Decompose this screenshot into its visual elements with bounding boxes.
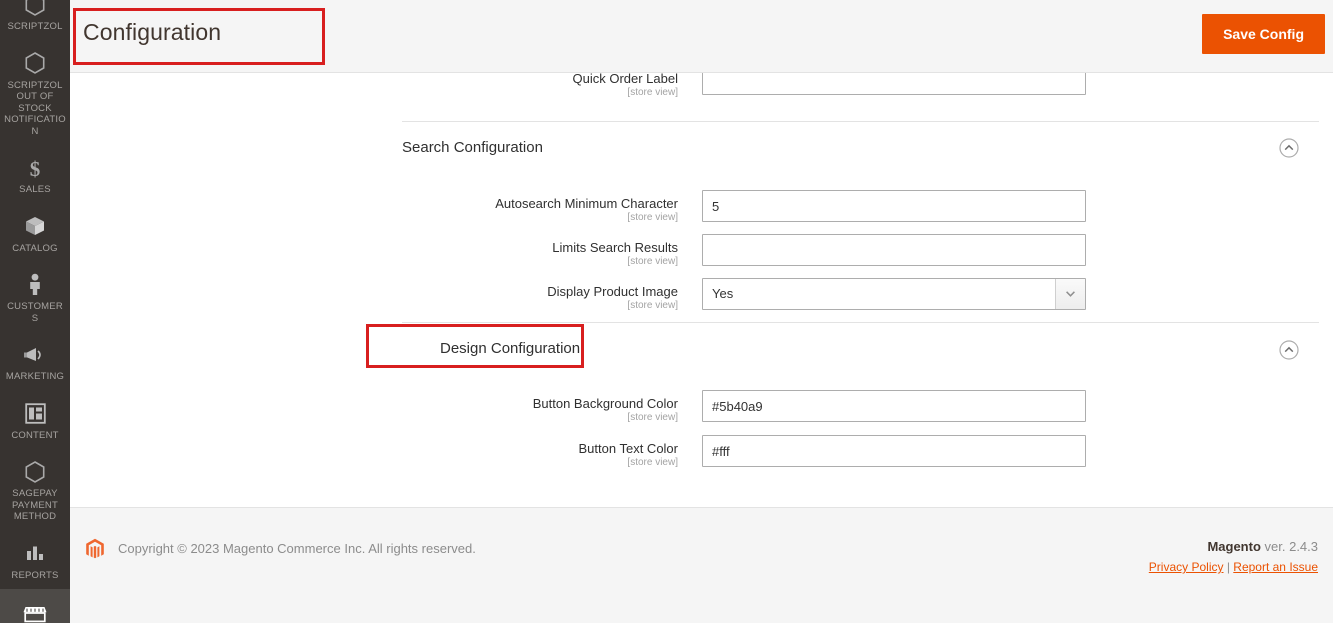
sidebar-item-label: MARKETING (5, 371, 65, 382)
field-scope: [store view] (627, 412, 678, 423)
save-config-button[interactable]: Save Config (1202, 14, 1325, 54)
sidebar-item-label: SCRIPTZOL OUT OF STOCK NOTIFICATION (4, 79, 66, 137)
autosearch-minimum-character-input[interactable] (702, 190, 1086, 222)
display-product-image-select[interactable]: Yes (702, 278, 1086, 310)
field-label-text: Autosearch Minimum Character (495, 196, 678, 211)
field-scope: [store view] (627, 212, 678, 223)
hexagon-icon (2, 459, 68, 485)
hexagon-icon (2, 0, 68, 18)
sidebar-item-label: SAGEPAY PAYMENT METHOD (12, 488, 58, 522)
field-scope: [store view] (627, 300, 678, 311)
admin-page: SCRIPTZOL SCRIPTZOL OUT OF STOCK NOTIFIC… (0, 0, 1333, 623)
limits-search-results-row: Limits Search Results [store view] (70, 234, 1333, 278)
sidebar-item-stores[interactable]: STORES (0, 589, 70, 623)
field-label: Quick Order Label [store view] (70, 73, 690, 99)
field-label: Display Product Image [store view] (70, 284, 690, 312)
sidebar-item-label: CUSTOMERS (7, 301, 63, 324)
chevron-down-icon[interactable] (1055, 279, 1085, 309)
sidebar-item-customers[interactable]: CUSTOMERS (0, 262, 70, 332)
field-label-text: Limits Search Results (552, 240, 678, 255)
report-an-issue-link[interactable]: Report an Issue (1233, 560, 1318, 574)
button-background-color-input[interactable] (702, 390, 1086, 422)
autosearch-minimum-character-row: Autosearch Minimum Character [store view… (70, 190, 1333, 234)
field-label: Button Background Color [store view] (70, 396, 690, 424)
field-label-text: Quick Order Label (572, 73, 679, 86)
sidebar-item-marketing[interactable]: MARKETING (0, 332, 70, 391)
page-footer: Copyright © 2023 Magento Commerce Inc. A… (70, 507, 1333, 623)
page-title: Configuration (83, 19, 222, 45)
search-configuration-fields: Autosearch Minimum Character [store view… (70, 190, 1333, 322)
search-configuration-section: Search Configuration (402, 121, 1319, 172)
chevron-up-circle-icon[interactable] (1279, 138, 1299, 163)
dollar-icon: $ (2, 155, 68, 181)
bar-chart-icon (2, 541, 68, 567)
version-info: Magento ver. 2.4.3 (1207, 539, 1318, 554)
sidebar-item-content[interactable]: CONTENT (0, 391, 70, 450)
sidebar-item-catalog[interactable]: CATALOG (0, 204, 70, 263)
person-icon (2, 272, 68, 298)
sidebar-item-label: REPORTS (11, 569, 59, 581)
privacy-policy-link[interactable]: Privacy Policy (1149, 560, 1224, 574)
admin-sidebar: SCRIPTZOL SCRIPTZOL OUT OF STOCK NOTIFIC… (0, 0, 70, 623)
hexagon-icon (2, 51, 68, 77)
main-area: Configuration Save Config Quick Order La… (70, 0, 1333, 623)
sidebar-item-scriptzol-out-of-stock-notification[interactable]: SCRIPTZOL OUT OF STOCK NOTIFICATION (0, 41, 70, 146)
display-product-image-value: Yes (702, 278, 1086, 310)
quick-order-label-input[interactable] (702, 73, 1086, 95)
field-label: Limits Search Results [store view] (70, 240, 690, 268)
field-label-text: Display Product Image (547, 284, 678, 299)
button-text-color-input[interactable] (702, 435, 1086, 467)
sidebar-item-reports[interactable]: REPORTS (0, 531, 70, 590)
layout-icon (2, 401, 68, 427)
copyright-text: Copyright © 2023 Magento Commerce Inc. A… (118, 541, 476, 556)
footer-links: Privacy Policy | Report an Issue (1149, 560, 1318, 574)
button-text-color-row: Button Text Color [store view] (70, 435, 1333, 479)
svg-text:$: $ (30, 157, 41, 180)
sidebar-item-scriptzol[interactable]: SCRIPTZOL (0, 0, 70, 41)
sidebar-item-sagepay-payment-method[interactable]: SAGEPAY PAYMENT METHOD (0, 449, 70, 531)
field-scope: [store view] (627, 256, 678, 267)
field-label: Autosearch Minimum Character [store view… (70, 196, 690, 224)
field-label-text: Button Background Color (532, 396, 678, 411)
field-scope: [store view] (627, 87, 678, 98)
sidebar-item-label: CONTENT (11, 429, 59, 441)
sidebar-item-sales[interactable]: $ SALES (0, 145, 70, 204)
magento-logo-icon (85, 538, 105, 565)
field-label-text: Button Text Color (578, 441, 678, 456)
page-header: Configuration Save Config (70, 0, 1333, 73)
quick-order-label-row: Quick Order Label [store view] (70, 73, 1333, 121)
design-configuration-section: Design Configuration (402, 322, 1319, 373)
search-configuration-title[interactable]: Search Configuration (402, 122, 543, 172)
megaphone-icon (2, 342, 68, 368)
field-label: Button Text Color [store view] (70, 441, 690, 469)
limits-search-results-input[interactable] (702, 234, 1086, 266)
box-icon (2, 214, 68, 240)
magento-version: ver. 2.4.3 (1260, 539, 1318, 554)
storefront-icon (2, 601, 68, 623)
sidebar-item-label: SCRIPTZOL (7, 21, 63, 32)
sidebar-item-label: CATALOG (12, 242, 58, 254)
magento-brand-name: Magento (1207, 539, 1261, 554)
field-scope: [store view] (627, 457, 678, 468)
config-content: Quick Order Label [store view] Search Co… (70, 73, 1333, 507)
button-background-color-row: Button Background Color [store view] (70, 390, 1333, 434)
links-separator: | (1223, 560, 1234, 574)
design-configuration-fields: Button Background Color [store view] But… (70, 390, 1333, 480)
chevron-up-circle-icon[interactable] (1279, 340, 1299, 365)
design-configuration-title[interactable]: Design Configuration (402, 323, 580, 373)
display-product-image-row: Display Product Image [store view] Yes (70, 278, 1333, 322)
sidebar-item-label: SALES (19, 184, 51, 195)
